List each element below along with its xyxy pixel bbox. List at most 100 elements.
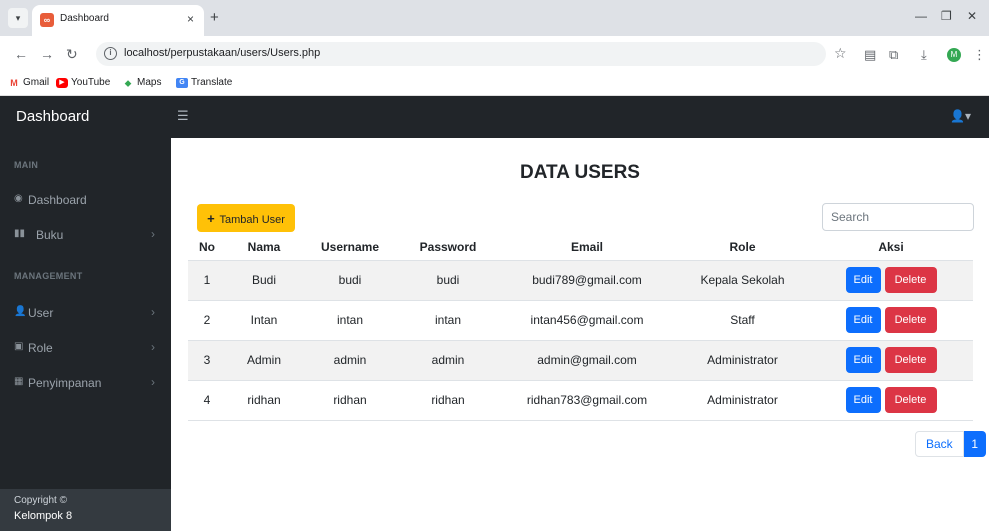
cell-role: Administrator	[676, 339, 809, 380]
maps-icon: ⬥	[124, 77, 132, 88]
column-header-role: Role	[729, 239, 756, 254]
browser-tab[interactable]: ∞ Dashboard ×	[32, 5, 204, 36]
cell-role: Administrator	[676, 379, 809, 421]
tab-close-icon[interactable]: ×	[187, 12, 194, 26]
tab-search-icon[interactable]: ▾	[8, 8, 28, 28]
sidebar-item-dashboard[interactable]: ◉ Dashboard	[0, 189, 171, 213]
new-tab-icon[interactable]: +	[210, 9, 219, 26]
cell-aksi: Edit Delete	[809, 339, 973, 380]
edit-button[interactable]: Edit	[845, 267, 881, 293]
download-icon[interactable]: ⤓	[921, 47, 927, 63]
cell-email: admin@gmail.com	[498, 339, 676, 380]
back-arrow-icon[interactable]: ←	[14, 46, 28, 62]
column-header-no: No	[199, 239, 215, 254]
bookmark-maps[interactable]: ⬥ Maps	[122, 77, 162, 88]
pagination-page-1[interactable]: 1	[963, 431, 986, 457]
forward-arrow-icon[interactable]: →	[40, 46, 54, 62]
add-user-button[interactable]: + Tambah User	[197, 204, 295, 232]
sidebar-item-user[interactable]: 👤 User ›	[0, 302, 171, 326]
cell-nama: Admin	[226, 339, 302, 380]
extensions-icon[interactable]: ⧉	[889, 47, 898, 63]
user-dropdown-icon[interactable]: 👤▾	[950, 109, 971, 123]
delete-button[interactable]: Delete	[884, 347, 937, 373]
column-header-nama: Nama	[247, 239, 281, 254]
address-bar: ← → ↻ i localhost/perpustakaan/users/Use…	[0, 36, 989, 72]
plus-icon: +	[207, 210, 215, 226]
book-icon: ▮▮	[14, 228, 26, 239]
role-icon: ▣	[14, 341, 24, 352]
cell-aksi: Edit Delete	[809, 299, 973, 340]
table-header-row: No Nama Username Password Email Role Aks…	[188, 234, 973, 260]
cell-nama: Intan	[226, 299, 302, 340]
sidebar-item-penyimpanan[interactable]: ▦ Penyimpanan ›	[0, 372, 171, 396]
chevron-right-icon: ›	[151, 375, 155, 389]
bookmark-youtube[interactable]: ▶ YouTube	[56, 77, 110, 88]
cell-email: budi789@gmail.com	[498, 259, 676, 300]
browser-menu-icon[interactable]: ⋮	[973, 47, 986, 63]
column-header-aksi: Aksi	[878, 239, 904, 254]
url-field[interactable]: i localhost/perpustakaan/users/Users.php	[96, 42, 826, 66]
edit-button[interactable]: Edit	[845, 387, 881, 413]
reload-icon[interactable]: ↻	[66, 46, 78, 63]
url-text[interactable]: localhost/perpustakaan/users/Users.php	[124, 47, 320, 59]
sidebar-heading-management: MANAGEMENT	[14, 271, 83, 281]
minimize-icon[interactable]: —	[915, 9, 927, 23]
cell-email: intan456@gmail.com	[498, 299, 676, 340]
user-icon: 👤	[14, 306, 27, 317]
sidebar: MAIN ◉ Dashboard ▮▮ Buku › MANAGEMENT 👤 …	[0, 138, 171, 531]
delete-button[interactable]: Delete	[884, 267, 937, 293]
pagination: Back 1	[915, 431, 986, 457]
site-info-icon[interactable]: i	[104, 47, 117, 60]
cell-role: Staff	[676, 299, 809, 340]
dashboard-icon: ◉	[14, 193, 23, 204]
tab-title: Dashboard	[60, 13, 109, 24]
sidebar-footer: Copyright © Kelompok 8	[0, 489, 171, 531]
bookmark-star-icon[interactable]: ☆	[834, 45, 847, 62]
cell-password: intan	[398, 299, 498, 340]
edit-button[interactable]: Edit	[845, 307, 881, 333]
navbar-brand[interactable]: Dashboard	[16, 108, 89, 125]
delete-button[interactable]: Delete	[884, 307, 937, 333]
cell-password: ridhan	[398, 379, 498, 421]
chevron-right-icon: ›	[151, 305, 155, 319]
top-navbar: Dashboard ☰ 👤▾	[0, 96, 989, 138]
column-header-password: Password	[419, 239, 477, 254]
youtube-icon: ▶	[56, 77, 68, 88]
bookmark-gmail[interactable]: M Gmail	[8, 77, 49, 88]
copyright-label: Copyright ©	[14, 495, 67, 506]
cell-password: admin	[398, 339, 498, 380]
tab-favicon-icon: ∞	[40, 13, 54, 27]
cell-nama: Budi	[226, 259, 302, 300]
table-row: 1 Budi budi budi budi789@gmail.com Kepal…	[188, 259, 973, 300]
edit-button[interactable]: Edit	[845, 347, 881, 373]
sidebar-toggle-icon[interactable]: ☰	[177, 108, 189, 124]
cell-username: ridhan	[302, 379, 398, 421]
sidebar-item-buku[interactable]: ▮▮ Buku ›	[0, 224, 171, 248]
team-label: Kelompok 8	[14, 510, 73, 522]
cell-role: Kepala Sekolah	[676, 259, 809, 300]
users-table: No Nama Username Password Email Role Aks…	[188, 234, 973, 421]
search-input[interactable]	[822, 203, 974, 231]
cell-no: 3	[188, 339, 226, 380]
cell-username: intan	[302, 299, 398, 340]
column-header-username: Username	[320, 239, 380, 254]
chevron-right-icon: ›	[151, 227, 155, 241]
sidebar-heading-main: MAIN	[14, 160, 39, 170]
restore-icon[interactable]: ❐	[941, 9, 952, 23]
bookmarks-bar: M Gmail ▶ YouTube ⬥ Maps G Translate	[0, 72, 989, 96]
table-row: 3 Admin admin admin admin@gmail.com Admi…	[188, 339, 973, 380]
pagination-back-button[interactable]: Back	[915, 431, 964, 457]
cell-aksi: Edit Delete	[809, 379, 973, 421]
table-row: 4 ridhan ridhan ridhan ridhan783@gmail.c…	[188, 379, 973, 421]
delete-button[interactable]: Delete	[884, 387, 937, 413]
close-window-icon[interactable]: ✕	[967, 9, 977, 23]
bookmark-translate[interactable]: G Translate	[176, 77, 232, 88]
profile-avatar[interactable]: M	[947, 48, 961, 62]
main-content: DATA USERS + Tambah User No Nama Usernam…	[171, 138, 989, 531]
chevron-right-icon: ›	[151, 340, 155, 354]
translate-ext-icon[interactable]: ▤	[864, 47, 876, 63]
sidebar-item-role[interactable]: ▣ Role ›	[0, 337, 171, 361]
cell-aksi: Edit Delete	[809, 259, 973, 300]
column-header-email: Email	[570, 239, 603, 254]
table-row: 2 Intan intan intan intan456@gmail.com S…	[188, 299, 973, 340]
